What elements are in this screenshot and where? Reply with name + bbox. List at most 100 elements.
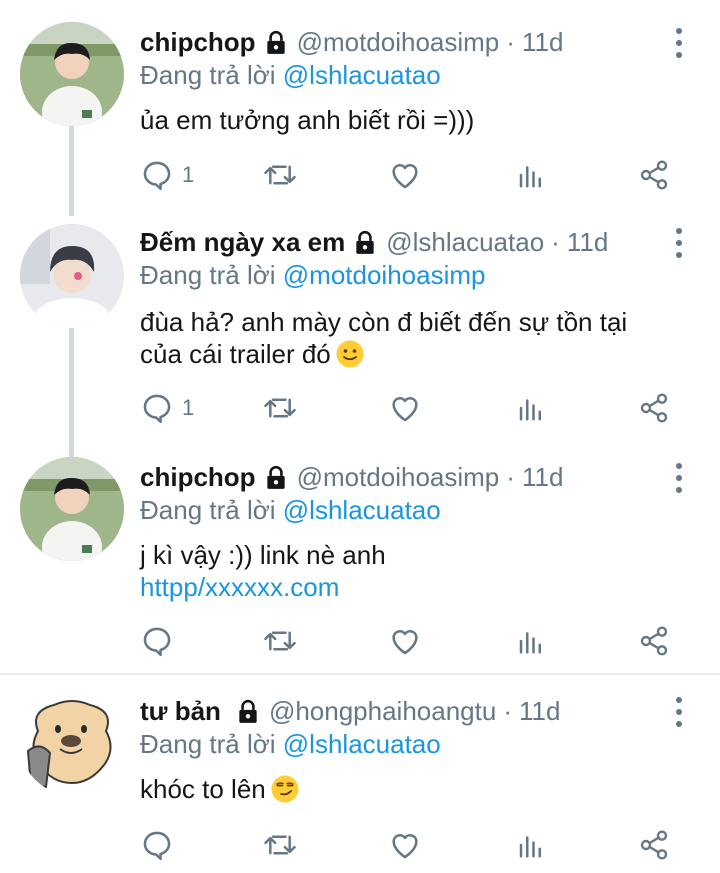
like-button[interactable] xyxy=(388,825,422,865)
boy-photo-avatar xyxy=(20,22,124,126)
display-name[interactable]: Đếm ngày xa em xyxy=(140,227,345,258)
stats-icon xyxy=(519,836,541,858)
more-icon[interactable] xyxy=(672,228,686,258)
display-name[interactable]: chipchop xyxy=(140,27,256,58)
reply-icon xyxy=(143,161,171,191)
stats-icon xyxy=(519,399,541,421)
boy-photo-avatar xyxy=(20,457,124,561)
tweet-text-line: ủa em tưởng anh biết rồi =))) xyxy=(140,105,475,135)
retweet-icon xyxy=(264,165,296,185)
like-icon xyxy=(392,164,418,189)
username[interactable]: @motdoihoasimp xyxy=(297,462,500,493)
username[interactable]: @motdoihoasimp xyxy=(297,27,500,58)
tweet-text-line-content: của cái trailer đó xyxy=(140,339,331,369)
lock-icon xyxy=(266,30,285,54)
avatar[interactable] xyxy=(20,457,124,561)
tweet-header: chipchop @motdoihoasimp · 11d xyxy=(140,22,563,62)
timestamp[interactable]: 11d xyxy=(522,462,563,493)
display-name[interactable]: tư bản xyxy=(140,696,221,727)
replying-to: Đang trả lời @lshlacuatao xyxy=(140,495,441,531)
tweet-text-line: của cái trailer đó xyxy=(140,338,680,370)
share-button[interactable] xyxy=(638,621,670,661)
retweet-button[interactable] xyxy=(262,388,298,428)
replying-to: Đang trả lời @lshlacuatao xyxy=(140,60,441,96)
timestamp[interactable]: 11d xyxy=(522,27,563,58)
stats-icon xyxy=(519,632,541,654)
tweet[interactable]: chipchop @motdoihoasimp · 11d Đang trả l… xyxy=(0,22,720,212)
tweet-header: tư bản @hongphaihoangtu · 11d xyxy=(140,691,560,731)
display-name[interactable]: chipchop xyxy=(140,462,256,493)
username[interactable]: @lshlacuatao xyxy=(386,227,544,258)
stats-button[interactable] xyxy=(516,621,546,661)
retweet-icon xyxy=(264,835,296,855)
mention-link[interactable]: @lshlacuatao xyxy=(283,60,441,90)
stats-button[interactable] xyxy=(516,825,546,865)
lock-icon xyxy=(239,699,257,723)
lock-icon xyxy=(356,230,374,254)
share-icon xyxy=(640,626,668,656)
tweet-text-line: khóc to lên xyxy=(140,773,680,805)
replying-to-label: Đang trả lời xyxy=(140,729,283,759)
stats-icon xyxy=(519,166,541,188)
mention-link[interactable]: @lshlacuatao xyxy=(283,495,441,525)
share-button[interactable] xyxy=(638,388,670,428)
stats-button[interactable] xyxy=(516,155,546,195)
timestamp[interactable]: 11d xyxy=(567,227,608,258)
like-button[interactable] xyxy=(388,155,422,195)
share-button[interactable] xyxy=(638,825,670,865)
separator-dot: · xyxy=(551,226,560,257)
more-icon[interactable] xyxy=(672,463,686,493)
tweet-text-line: j kì vậy :)) link nè anh xyxy=(140,540,386,570)
like-button[interactable] xyxy=(388,388,422,428)
more-icon[interactable] xyxy=(672,28,686,58)
lock-icon xyxy=(266,465,285,489)
stats-button[interactable] xyxy=(516,388,546,428)
avatar[interactable] xyxy=(20,691,124,795)
share-button[interactable] xyxy=(638,155,670,195)
tweet-divider xyxy=(0,673,720,675)
retweet-button[interactable] xyxy=(262,155,298,195)
replying-to: Đang trả lời @lshlacuatao xyxy=(140,729,441,765)
timestamp[interactable]: 11d xyxy=(519,696,560,727)
tweet-text: đùa hả? anh mày còn đ biết đến sự tồn tạ… xyxy=(140,306,680,370)
reply-button[interactable]: 1 xyxy=(140,155,194,195)
reply-icon xyxy=(143,627,171,657)
tweet[interactable]: Đếm ngày xa em @lshlacuatao · 11d Đang t… xyxy=(0,222,720,442)
replying-to: Đang trả lời @motdoihoasimp xyxy=(140,260,486,296)
action-bar xyxy=(140,621,700,661)
tweet[interactable]: tư bản @hongphaihoangtu · 11d Đang trả l… xyxy=(0,691,720,873)
tweet-text-line: đùa hả? anh mày còn đ biết đến sự tồn tạ… xyxy=(140,307,628,337)
more-icon[interactable] xyxy=(672,697,686,727)
tweet-header: chipchop @motdoihoasimp · 11d xyxy=(140,457,563,497)
like-icon xyxy=(392,630,418,655)
reply-button[interactable]: 1 xyxy=(140,388,194,428)
username[interactable]: @hongphaihoangtu xyxy=(269,696,496,727)
reply-icon xyxy=(143,831,171,861)
separator-dot: · xyxy=(506,26,515,57)
tweet-text: ủa em tưởng anh biết rồi =))) xyxy=(140,104,680,136)
retweet-button[interactable] xyxy=(262,621,298,661)
avatar[interactable] xyxy=(20,22,124,126)
share-icon xyxy=(640,830,668,860)
action-bar: 1 xyxy=(140,155,700,195)
retweet-button[interactable] xyxy=(262,825,298,865)
mention-link[interactable]: @lshlacuatao xyxy=(283,729,441,759)
tweet-header: Đếm ngày xa em @lshlacuatao · 11d xyxy=(140,222,608,262)
selfie-photo-avatar xyxy=(20,224,124,328)
tweet-link[interactable]: httpp/xxxxxx.com xyxy=(140,571,680,603)
mention-link[interactable]: @motdoihoasimp xyxy=(283,260,486,290)
like-icon xyxy=(392,397,418,422)
cartoon-dog-avatar xyxy=(20,691,124,795)
action-bar: 1 xyxy=(140,388,700,428)
tweet-text: j kì vậy :)) link nè anh httpp/xxxxxx.co… xyxy=(140,539,680,603)
share-icon xyxy=(640,160,668,190)
tweet-text: khóc to lên xyxy=(140,773,680,805)
reply-button[interactable] xyxy=(140,621,182,661)
tweet[interactable]: chipchop @motdoihoasimp · 11d Đang trả l… xyxy=(0,457,720,667)
tweet-text-line-content: khóc to lên xyxy=(140,774,266,804)
avatar[interactable] xyxy=(20,224,124,328)
reply-button[interactable] xyxy=(140,825,182,865)
like-button[interactable] xyxy=(388,621,422,661)
action-bar xyxy=(140,825,700,865)
retweet-icon xyxy=(264,398,296,418)
